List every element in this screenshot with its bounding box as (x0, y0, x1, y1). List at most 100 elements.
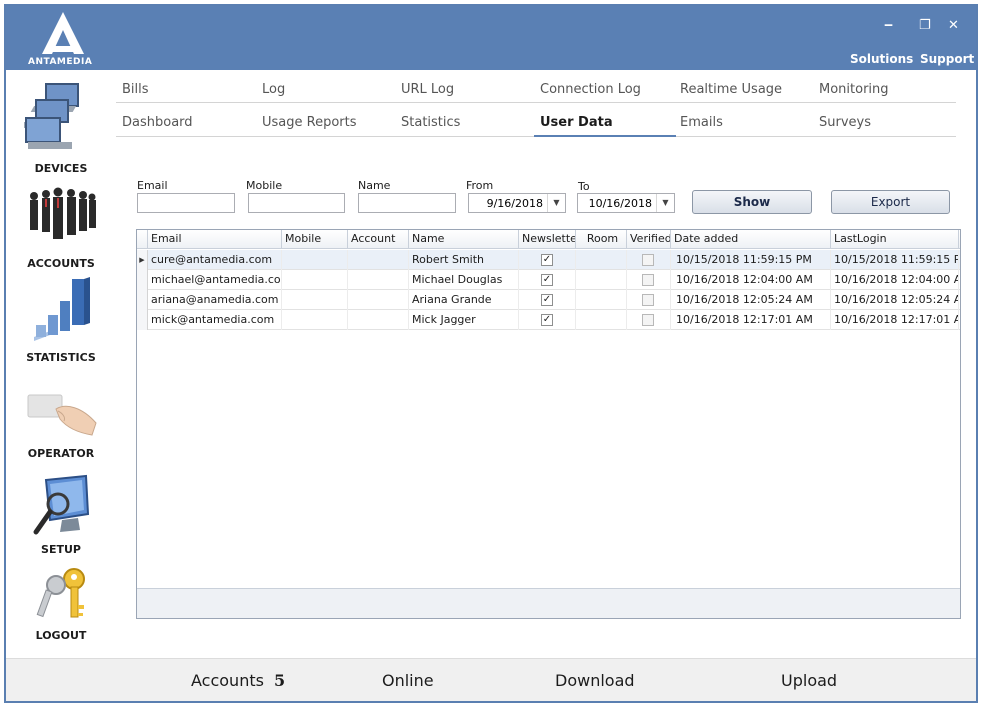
row-selector-arrow-icon: ▶ (137, 250, 148, 270)
tab-connection-log[interactable]: Connection Log (540, 82, 641, 97)
column-header-account[interactable]: Account (348, 230, 409, 249)
tab-emails[interactable]: Emails (680, 115, 723, 130)
cell-newsletter: ✓ (519, 250, 576, 270)
verified-checkbox[interactable] (642, 314, 654, 326)
cell-last-login[interactable]: 10/16/2018 12:04:00 AM (831, 270, 959, 290)
cell-date-added[interactable]: 10/16/2018 12:05:24 AM (671, 290, 831, 310)
close-button[interactable]: ✕ (948, 18, 959, 33)
column-header-name[interactable]: Name (409, 230, 519, 249)
cell-name[interactable]: Ariana Grande (409, 290, 519, 310)
logout-icon (36, 568, 85, 618)
support-link[interactable]: Support (920, 52, 974, 66)
solutions-link[interactable]: Solutions (850, 52, 913, 66)
sidebar-item-logout[interactable]: LOGOUT (6, 565, 116, 645)
sidebar-item-accounts[interactable]: ACCOUNTS (6, 180, 116, 270)
cell-room[interactable] (576, 290, 627, 310)
chevron-down-icon[interactable]: ▼ (547, 194, 565, 212)
cell-date-added[interactable]: 10/16/2018 12:17:01 AM (671, 310, 831, 330)
cell-account[interactable] (348, 270, 409, 290)
sidebar-item-label: OPERATOR (27, 447, 95, 460)
column-header-mobile[interactable]: Mobile (282, 230, 348, 249)
from-date-label: From (466, 179, 494, 192)
accounts-status: Accounts 5 (191, 671, 285, 690)
tab-monitoring[interactable]: Monitoring (819, 82, 889, 97)
tab-surveys[interactable]: Surveys (819, 115, 871, 130)
cell-last-login[interactable]: 10/15/2018 11:59:15 PM (831, 250, 959, 270)
column-header-last-login[interactable]: LastLogin (831, 230, 959, 249)
column-header-room[interactable]: Room (576, 230, 627, 249)
minimize-button[interactable]: ‒ (884, 18, 893, 33)
newsletter-checkbox[interactable]: ✓ (541, 254, 553, 266)
sidebar: DEVICES ACCOUNTS STATISTICS OPERATOR SET… (6, 70, 116, 660)
cell-email[interactable]: cure@antamedia.com (148, 250, 282, 270)
to-date-value: 10/16/2018 (588, 197, 652, 210)
verified-checkbox[interactable] (642, 294, 654, 306)
show-button[interactable]: Show (692, 190, 812, 214)
tab-realtime-usage[interactable]: Realtime Usage (680, 82, 782, 97)
sidebar-item-setup[interactable]: SETUP (6, 470, 116, 560)
cell-name[interactable]: Michael Douglas (409, 270, 519, 290)
tab-log[interactable]: Log (262, 82, 285, 97)
sidebar-item-statistics[interactable]: STATISTICS (6, 275, 116, 365)
cell-email[interactable]: michael@antamedia.com (148, 270, 282, 290)
email-filter-input[interactable] (137, 193, 235, 213)
cell-mobile[interactable] (282, 250, 348, 270)
mobile-filter-input[interactable] (248, 193, 345, 213)
table-row[interactable]: ▶ cure@antamedia.com Robert Smith ✓ 10/1… (137, 250, 960, 270)
cell-mobile[interactable] (282, 310, 348, 330)
newsletter-checkbox[interactable]: ✓ (541, 274, 553, 286)
cell-account[interactable] (348, 250, 409, 270)
logo-text: ANTAMEDIA (28, 57, 93, 67)
sidebar-item-operator[interactable]: OPERATOR (6, 375, 116, 465)
cell-room[interactable] (576, 250, 627, 270)
sidebar-item-devices[interactable]: DEVICES (6, 80, 116, 175)
cell-newsletter: ✓ (519, 310, 576, 330)
column-header-email[interactable]: Email (148, 230, 282, 249)
to-date-picker[interactable]: 10/16/2018 ▼ (577, 193, 675, 213)
from-date-picker[interactable]: 9/16/2018 ▼ (468, 193, 566, 213)
verified-checkbox[interactable] (642, 274, 654, 286)
cell-name[interactable]: Mick Jagger (409, 310, 519, 330)
cell-email[interactable]: mick@antamedia.com (148, 310, 282, 330)
column-header-date-added[interactable]: Date added (671, 230, 831, 249)
tab-url-log[interactable]: URL Log (401, 82, 454, 97)
cell-date-added[interactable]: 10/16/2018 12:04:00 AM (671, 270, 831, 290)
cell-room[interactable] (576, 310, 627, 330)
operator-icon (27, 394, 97, 436)
verified-checkbox[interactable] (642, 254, 654, 266)
tab-statistics[interactable]: Statistics (401, 115, 460, 130)
cell-last-login[interactable]: 10/16/2018 12:17:01 AM (831, 310, 959, 330)
cell-email[interactable]: ariana@anamedia.com (148, 290, 282, 310)
cell-date-added[interactable]: 10/15/2018 11:59:15 PM (671, 250, 831, 270)
cell-last-login[interactable]: 10/16/2018 12:05:24 AM (831, 290, 959, 310)
accounts-status-label: Accounts (191, 671, 264, 690)
table-row[interactable]: mick@antamedia.com Mick Jagger ✓ 10/16/2… (137, 310, 960, 330)
cell-account[interactable] (348, 290, 409, 310)
newsletter-checkbox[interactable]: ✓ (541, 294, 553, 306)
chevron-down-icon[interactable]: ▼ (656, 194, 674, 212)
tab-bills[interactable]: Bills (122, 82, 149, 97)
name-filter-input[interactable] (358, 193, 456, 213)
from-date-value: 9/16/2018 (486, 197, 543, 210)
cell-account[interactable] (348, 310, 409, 330)
title-bar: ANTAMEDIA ‒ ❐ ✕ Solutions Support (6, 6, 976, 70)
table-row[interactable]: michael@antamedia.com Michael Douglas ✓ … (137, 270, 960, 290)
restore-button[interactable]: ❐ (919, 18, 931, 33)
cell-mobile[interactable] (282, 270, 348, 290)
cell-mobile[interactable] (282, 290, 348, 310)
newsletter-checkbox[interactable]: ✓ (541, 314, 553, 326)
column-header-newsletter[interactable]: Newsletter (519, 230, 576, 249)
cell-room[interactable] (576, 270, 627, 290)
tab-user-data[interactable]: User Data (540, 115, 613, 130)
export-button[interactable]: Export (831, 190, 950, 214)
sidebar-item-label: ACCOUNTS (27, 257, 95, 270)
table-row[interactable]: ariana@anamedia.com Ariana Grande ✓ 10/1… (137, 290, 960, 310)
tab-dashboard[interactable]: Dashboard (122, 115, 193, 130)
accounts-count: 5 (273, 671, 286, 690)
active-tab-indicator (534, 135, 676, 137)
cell-name[interactable]: Robert Smith (409, 250, 519, 270)
tab-usage-reports[interactable]: Usage Reports (262, 115, 357, 130)
column-header-verified[interactable]: Verified (627, 230, 671, 249)
grid-footer (137, 588, 960, 618)
cell-newsletter: ✓ (519, 270, 576, 290)
